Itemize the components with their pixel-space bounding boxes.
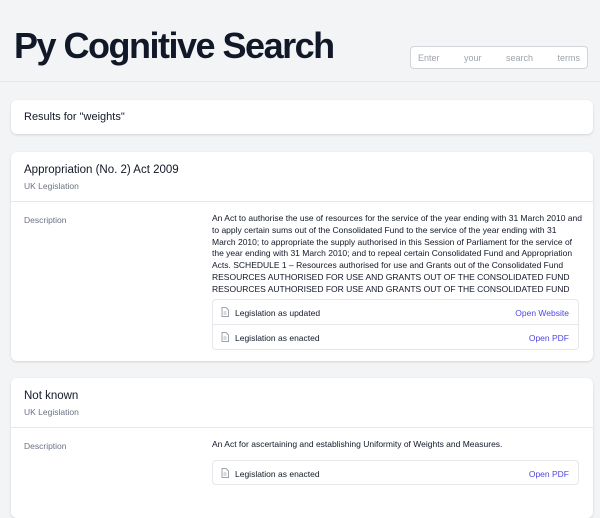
description-label: Description	[24, 215, 67, 225]
result-title: Not known	[24, 390, 79, 402]
result-card: Not known UK Legislation Description An …	[11, 378, 593, 518]
document-icon	[221, 332, 229, 342]
attachment-name: Legislation as enacted	[235, 469, 320, 479]
description-label: Description	[24, 441, 67, 451]
description-text: An Act to authorise the use of resources…	[212, 213, 582, 294]
document-icon	[221, 307, 229, 317]
description-text: An Act for ascertaining and establishing…	[212, 439, 503, 449]
open-pdf-link[interactable]: Open PDF	[529, 333, 569, 343]
attachment-name: Legislation as enacted	[235, 333, 320, 343]
results-header-card: Results for "weights"	[11, 100, 593, 134]
app-header: Py Cognitive Search	[0, 0, 600, 82]
search-input[interactable]	[410, 46, 588, 69]
result-card: Appropriation (No. 2) Act 2009 UK Legisl…	[11, 152, 593, 361]
attachment-list: Legislation as updated Open Website Legi…	[212, 299, 579, 350]
document-icon	[221, 468, 229, 478]
result-source: UK Legislation	[24, 407, 79, 417]
result-title: Appropriation (No. 2) Act 2009	[24, 164, 179, 176]
attachment-row: Legislation as enacted Open PDF	[213, 325, 578, 350]
results-heading: Results for "weights"	[24, 111, 125, 123]
result-header: Not known UK Legislation	[11, 378, 593, 428]
attachment-list: Legislation as enacted Open PDF	[212, 460, 579, 485]
attachment-row: Legislation as enacted Open PDF	[213, 461, 578, 486]
app-title: Py Cognitive Search	[14, 25, 335, 66]
attachment-name: Legislation as updated	[235, 308, 321, 318]
open-pdf-link[interactable]: Open PDF	[529, 469, 569, 479]
result-source: UK Legislation	[24, 181, 79, 191]
open-website-link[interactable]: Open Website	[515, 308, 569, 318]
attachment-row: Legislation as updated Open Website	[213, 300, 578, 325]
result-header: Appropriation (No. 2) Act 2009 UK Legisl…	[11, 152, 593, 202]
